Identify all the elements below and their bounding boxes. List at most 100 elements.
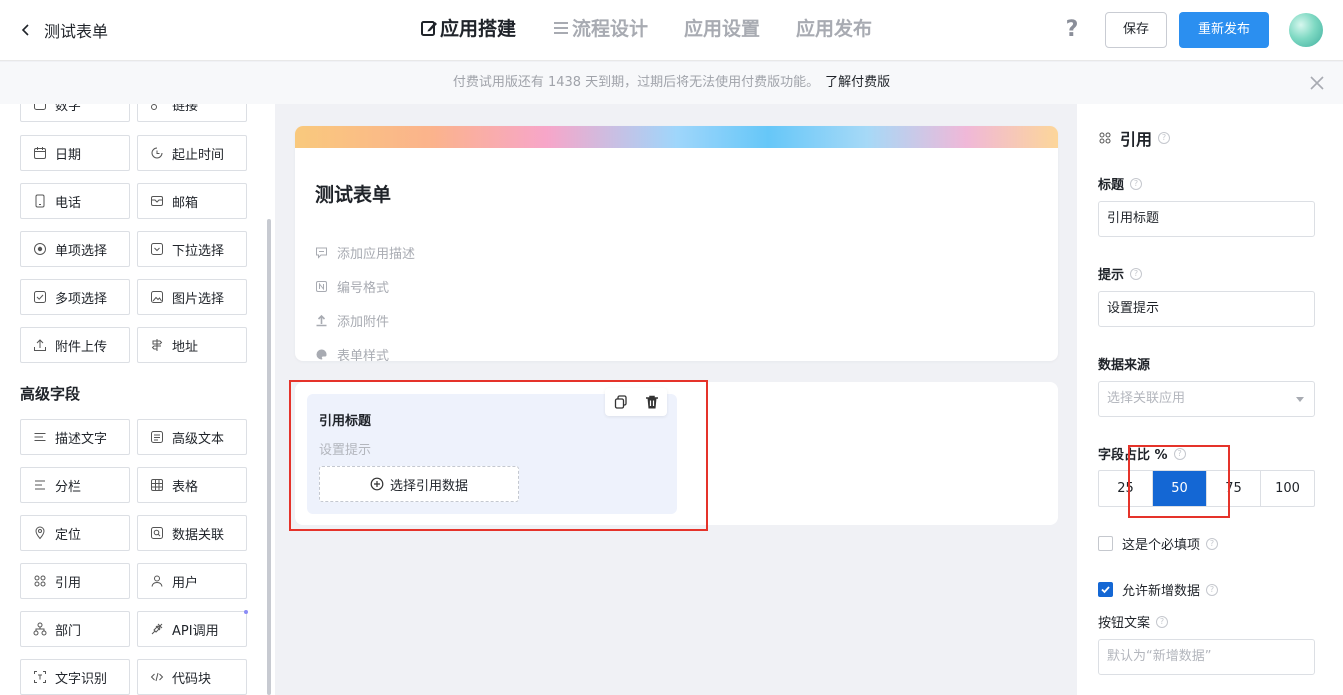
required-checkbox-row[interactable]: 这是个必填项 ?	[1098, 534, 1219, 553]
field-date[interactable]: 日期	[20, 135, 130, 171]
trial-notice-bar: 付费试用版还有 1438 天到期，过期后将无法使用付费版功能。 了解付费版	[0, 62, 1343, 104]
add-attachment-link[interactable]: 添加附件	[315, 311, 389, 330]
properties-panel: 引用 ? 标题? 引用标题 提示? 设置提示 数据来源 选择关联应用 字段占比 …	[1077, 104, 1343, 695]
chevron-left-icon	[21, 24, 29, 36]
field-phone[interactable]: 电话	[20, 183, 130, 219]
form-banner	[295, 126, 1058, 148]
field-data-link[interactable]: 数据关联	[137, 515, 247, 551]
hint-input[interactable]: 设置提示	[1098, 291, 1315, 327]
user-icon	[151, 575, 163, 587]
tab-flow-design[interactable]: 流程设计	[552, 14, 648, 41]
tab-label: 流程设计	[572, 18, 649, 40]
tab-app-build[interactable]: 应用搭建	[420, 14, 516, 41]
signpost-icon	[151, 339, 163, 351]
scan-icon	[34, 671, 46, 683]
field-number[interactable]: 数字	[20, 104, 130, 122]
menu-lines-icon	[554, 21, 569, 34]
help-circle-icon[interactable]: ?	[1206, 537, 1219, 550]
field-location[interactable]: 定位	[20, 515, 130, 551]
help-circle-icon[interactable]: ?	[1130, 267, 1143, 280]
width-option-100[interactable]: 100	[1261, 471, 1314, 506]
close-icon[interactable]	[1308, 74, 1326, 92]
title-input[interactable]: 引用标题	[1098, 201, 1315, 237]
upload-icon	[316, 314, 327, 327]
number-icon	[34, 104, 46, 110]
plug-icon	[151, 623, 163, 635]
mail-icon	[151, 196, 163, 206]
data-source-label: 数据来源	[1098, 358, 1151, 373]
form-style-link[interactable]: 表单样式	[315, 345, 389, 361]
caret-down-icon	[1296, 397, 1304, 402]
field-date-range[interactable]: 起止时间	[137, 135, 247, 171]
tab-label: 应用设置	[684, 18, 761, 40]
numbering-format-link[interactable]: 编号格式	[315, 277, 389, 296]
button-text-input[interactable]: 默认为“新增数据”	[1098, 639, 1315, 675]
check-icon	[1101, 586, 1110, 594]
link-icon	[151, 104, 157, 110]
reference-nodes-icon	[1099, 132, 1111, 144]
field-palette: 数字 链接 日期 起止时间 电话 邮箱 单项选择 下拉选择 多项选择 图片选择 …	[0, 104, 275, 695]
avatar[interactable]	[1289, 13, 1323, 47]
field-checkbox[interactable]: 多项选择	[20, 279, 130, 315]
dropdown-icon	[151, 243, 163, 255]
palette-scrollbar[interactable]	[267, 219, 271, 695]
republish-button[interactable]: 重新发布	[1179, 12, 1269, 48]
title-label: 标题?	[1098, 174, 1143, 193]
tab-label: 应用发布	[796, 18, 873, 40]
app-title: 测试表单	[44, 22, 109, 41]
field-user[interactable]: 用户	[137, 563, 247, 599]
data-source-select[interactable]: 选择关联应用	[1098, 381, 1315, 417]
image-icon	[151, 291, 163, 303]
phone-icon	[35, 194, 45, 208]
help-circle-icon[interactable]: ?	[1206, 583, 1219, 596]
location-pin-icon	[35, 526, 45, 540]
add-description-link[interactable]: 添加应用描述	[315, 243, 415, 262]
field-email[interactable]: 邮箱	[137, 183, 247, 219]
field-code-block[interactable]: 代码块	[137, 659, 247, 695]
text-lines-icon	[34, 433, 46, 441]
radio-icon	[34, 243, 46, 255]
search-box-icon	[151, 527, 163, 539]
field-reference[interactable]: 引用	[20, 563, 130, 599]
field-ocr[interactable]: 文字识别	[20, 659, 130, 695]
upload-icon	[34, 339, 46, 351]
help-icon[interactable]: ?	[1062, 17, 1082, 42]
field-department[interactable]: 部门	[20, 611, 130, 647]
field-columns[interactable]: 分栏	[20, 467, 130, 503]
field-address[interactable]: 地址	[137, 327, 247, 363]
upgrade-link[interactable]: 了解付费版	[825, 75, 890, 90]
palette-icon	[316, 349, 327, 360]
tab-label: 应用搭建	[440, 18, 517, 40]
button-text-label: 按钮文案?	[1098, 612, 1169, 631]
columns-icon	[35, 480, 45, 490]
panel-title: 引用 ?	[1098, 126, 1171, 150]
field-attachment[interactable]: 附件上传	[20, 327, 130, 363]
save-button[interactable]: 保存	[1105, 12, 1167, 48]
edit-icon	[421, 20, 437, 36]
allow-add-checkbox[interactable]	[1098, 582, 1113, 597]
checkbox-icon	[34, 291, 46, 303]
help-circle-icon[interactable]: ?	[1158, 132, 1171, 144]
field-api-call[interactable]: API调用	[137, 611, 247, 647]
field-table[interactable]: 表格	[137, 467, 247, 503]
field-description[interactable]: 描述文字	[20, 419, 130, 455]
help-circle-icon[interactable]: ?	[1130, 177, 1143, 190]
allow-add-checkbox-row[interactable]: 允许新增数据 ?	[1098, 580, 1219, 599]
back-button[interactable]: 测试表单	[18, 18, 108, 42]
indicator-dot	[244, 610, 248, 614]
highlight-box-width	[1128, 445, 1230, 518]
field-rich-text[interactable]: 高级文本	[137, 419, 247, 455]
help-circle-icon[interactable]: ?	[1156, 615, 1169, 628]
form-title[interactable]: 测试表单	[315, 180, 391, 207]
field-radio[interactable]: 单项选择	[20, 231, 130, 267]
tab-app-publish[interactable]: 应用发布	[796, 14, 872, 41]
field-image-select[interactable]: 图片选择	[137, 279, 247, 315]
tab-app-settings[interactable]: 应用设置	[684, 14, 760, 41]
number-format-icon	[316, 281, 327, 292]
notice-text: 付费试用版还有 1438 天到期，过期后将无法使用付费版功能。	[452, 75, 820, 90]
field-link[interactable]: 链接	[137, 104, 247, 122]
form-header-card[interactable]: 测试表单 添加应用描述 编号格式 添加附件 表单样式	[295, 126, 1058, 361]
calendar-icon	[34, 147, 46, 159]
field-dropdown[interactable]: 下拉选择	[137, 231, 247, 267]
required-checkbox[interactable]	[1098, 536, 1113, 551]
